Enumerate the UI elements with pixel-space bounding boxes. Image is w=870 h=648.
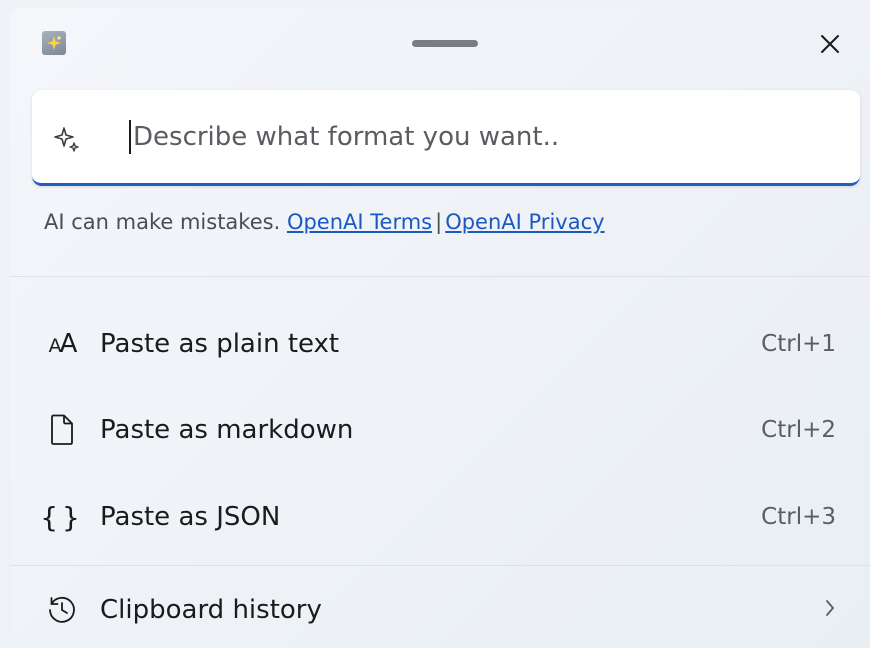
sparkle-icon — [54, 127, 79, 152]
shortcut-hint: Ctrl+2 — [761, 417, 836, 443]
advanced-paste-window: AI can make mistakes. OpenAI Terms|OpenA… — [10, 8, 870, 648]
paste-as-json-item[interactable]: {} Paste as JSON Ctrl+3 — [10, 477, 870, 557]
close-button[interactable] — [810, 26, 850, 62]
menu-item-label: Paste as JSON — [100, 502, 281, 532]
drag-handle[interactable] — [412, 40, 478, 47]
divider — [10, 565, 870, 566]
divider — [10, 276, 870, 277]
document-icon — [42, 410, 82, 450]
menu-item-label: Paste as plain text — [100, 329, 340, 359]
shortcut-hint: Ctrl+1 — [761, 331, 836, 357]
font-size-icon: AA — [48, 329, 78, 359]
close-icon — [821, 35, 839, 53]
prompt-box[interactable] — [32, 90, 860, 186]
chevron-right-icon — [824, 597, 836, 623]
history-icon — [42, 590, 82, 630]
shortcut-hint: Ctrl+3 — [761, 504, 836, 530]
format-prompt-input[interactable] — [129, 114, 829, 160]
link-separator: | — [435, 210, 443, 234]
ai-disclaimer: AI can make mistakes. OpenAI Terms | OpenA… — [44, 210, 605, 234]
openai-privacy-link[interactable]: OpenAI Privacy — [445, 210, 604, 234]
menu-item-label: Clipboard history — [100, 595, 322, 625]
paste-sparkle-icon — [42, 31, 66, 55]
disclaimer-text: AI can make mistakes. — [44, 210, 281, 234]
titlebar[interactable] — [10, 8, 870, 86]
braces-icon: {} — [40, 500, 84, 534]
paste-as-plain-text-item[interactable]: AA Paste as plain text Ctrl+1 — [10, 304, 870, 384]
paste-as-markdown-item[interactable]: Paste as markdown Ctrl+2 — [10, 390, 870, 470]
openai-terms-link[interactable]: OpenAI Terms — [287, 210, 432, 234]
clipboard-history-item[interactable]: Clipboard history — [10, 570, 870, 648]
menu-item-label: Paste as markdown — [100, 415, 354, 445]
